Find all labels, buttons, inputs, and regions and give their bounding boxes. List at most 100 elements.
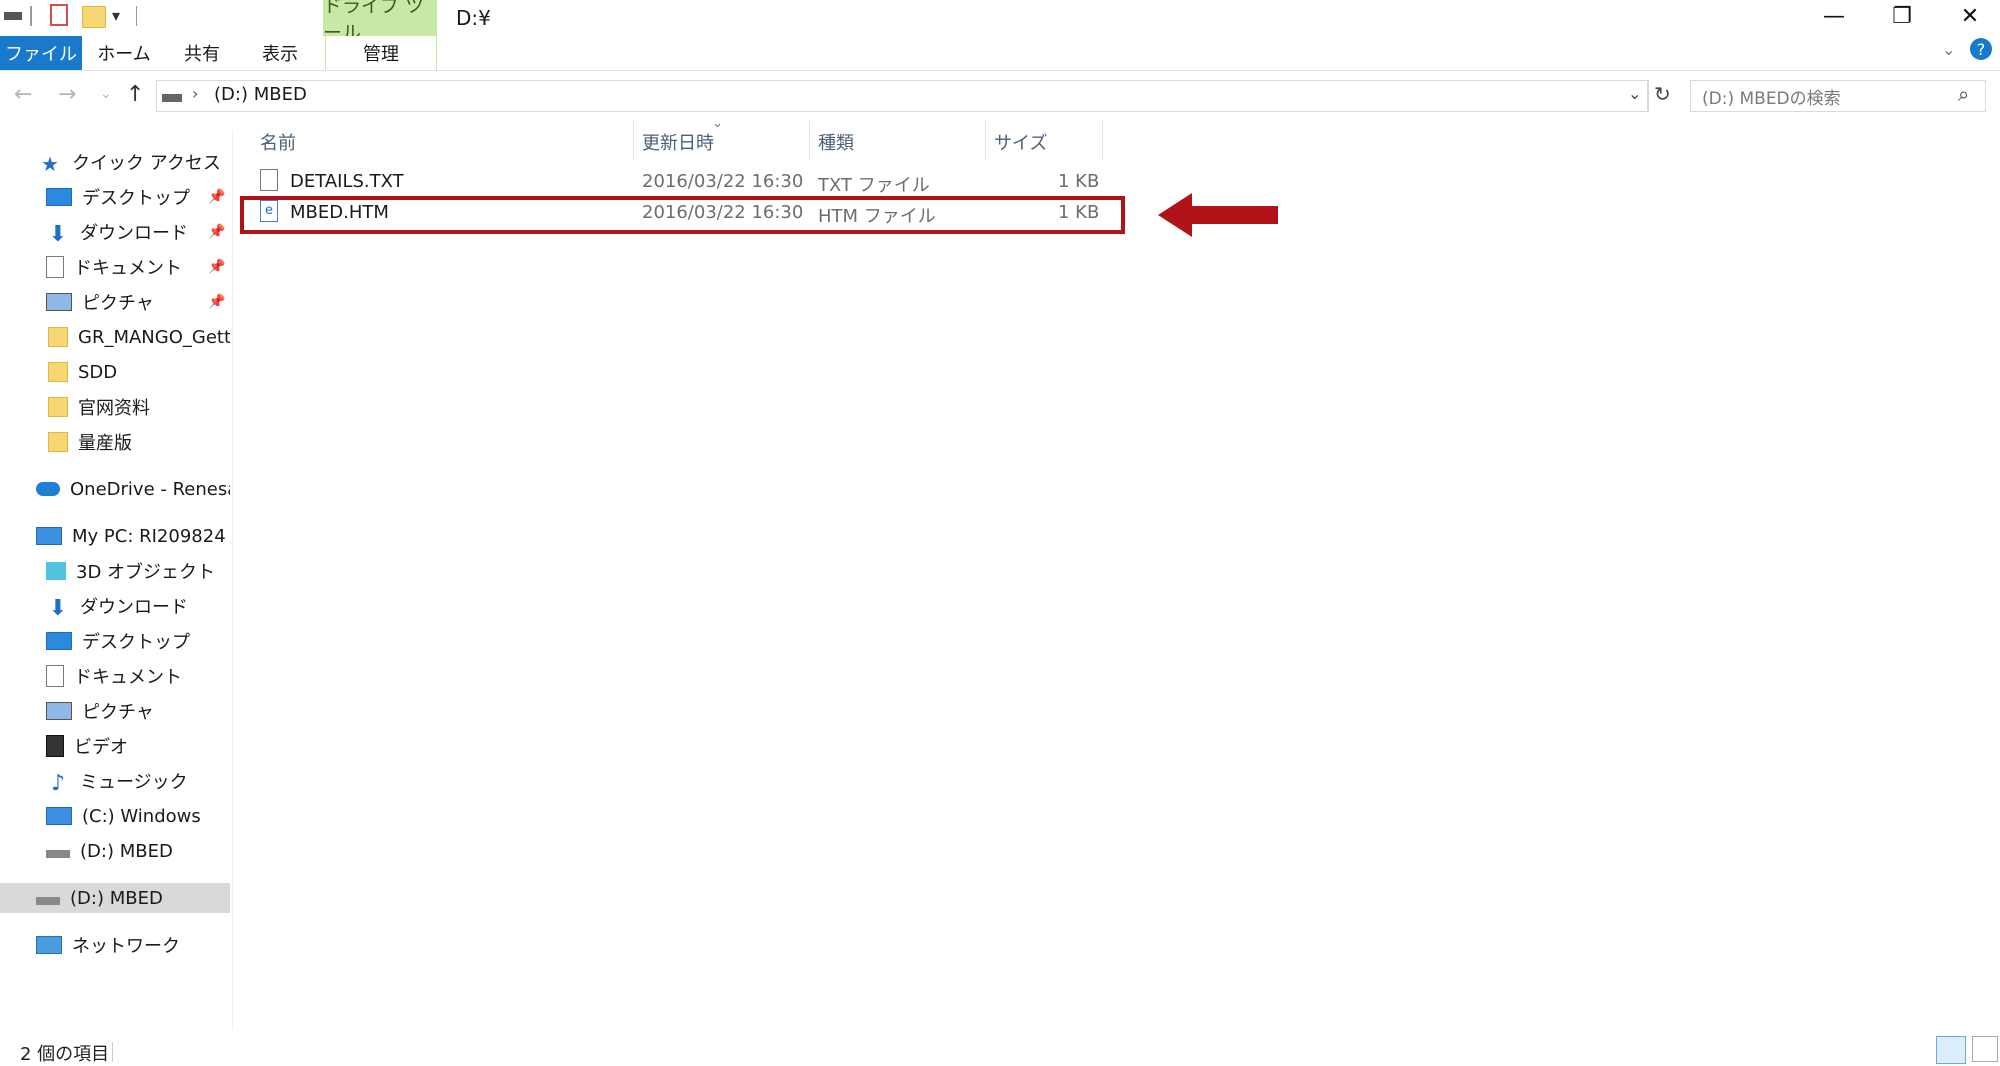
sidebar-item-desktop[interactable]: デスクトップ 📌 <box>0 182 230 212</box>
tab-view[interactable]: 表示 <box>240 36 320 70</box>
breadcrumb[interactable]: (D:) MBED <box>214 84 307 105</box>
divider <box>30 6 32 26</box>
sidebar-item-label: (C:) Windows <box>82 805 201 827</box>
sidebar-item-pictures[interactable]: ピクチャ 📌 <box>0 287 230 317</box>
minimize-button[interactable]: — <box>1804 0 1864 32</box>
file-modified: 2016/03/22 16:30 <box>642 171 804 192</box>
title-bar <box>0 0 2000 36</box>
folder-icon <box>48 327 68 347</box>
sidebar-item-label: ビデオ <box>74 737 128 758</box>
tab-manage[interactable]: 管理 <box>325 36 437 70</box>
sidebar-item-d-drive-root[interactable]: (D:) MBED <box>0 883 230 913</box>
help-icon[interactable]: ? <box>1970 38 1992 60</box>
sidebar-item-music[interactable]: ♪ ミュージック <box>0 766 230 796</box>
file-type: TXT ファイル <box>818 175 930 196</box>
sidebar-item-label: OneDrive - Renesas E <box>70 478 230 500</box>
search-icon[interactable]: ⌕ <box>1958 82 1969 106</box>
divider <box>1648 80 1649 112</box>
column-header-modified[interactable]: 更新日時 <box>634 127 808 157</box>
recent-locations-icon[interactable]: ⌄ <box>100 86 112 102</box>
column-header-size[interactable]: サイズ <box>986 127 1102 157</box>
sidebar-item-label: 量産版 <box>78 433 132 454</box>
sidebar-item-label: ピクチャ <box>82 293 154 314</box>
sidebar-item-official-docs[interactable]: 官网资料 <box>0 392 230 422</box>
sidebar-item-label: クイック アクセス <box>72 153 221 174</box>
sidebar-item-pictures-pc[interactable]: ピクチャ <box>0 696 230 726</box>
new-folder-icon[interactable] <box>82 6 106 28</box>
sidebar-item-label: ピクチャ <box>82 702 154 723</box>
file-size: 1 KB <box>1058 171 1100 192</box>
details-view-button[interactable] <box>1936 1036 1966 1064</box>
forward-arrow-icon[interactable]: → <box>58 82 76 107</box>
properties-icon[interactable] <box>50 4 68 26</box>
sidebar-item-label: デスクトップ <box>82 632 190 653</box>
arrow-shaft <box>1178 206 1278 224</box>
status-item-count: 2 個の項目 <box>20 1044 110 1065</box>
sidebar-item-label: My PC: RI209824 <box>72 525 226 547</box>
search-placeholder: (D:) MBEDの検索 <box>1702 89 1841 109</box>
sidebar-item-downloads[interactable]: ⬇ ダウンロード 📌 <box>0 217 230 247</box>
sidebar-item-gr-mango[interactable]: GR_MANGO_Gettin <box>0 322 230 352</box>
pictures-icon <box>46 293 72 311</box>
large-icons-view-button[interactable] <box>1972 1036 1998 1062</box>
video-icon <box>46 735 64 757</box>
document-icon <box>46 256 64 278</box>
column-header-name[interactable]: 名前 <box>252 127 632 157</box>
windows-drive-icon <box>46 807 72 825</box>
back-arrow-icon[interactable]: ← <box>14 82 32 107</box>
maximize-button[interactable]: ❐ <box>1872 0 1932 32</box>
sidebar-item-label: GR_MANGO_Gettin <box>78 326 230 348</box>
sidebar-item-onedrive[interactable]: OneDrive - Renesas E <box>0 474 230 504</box>
desktop-icon <box>46 632 72 650</box>
address-dropdown-icon[interactable]: ⌄ <box>1628 84 1641 103</box>
sidebar-item-label: ネットワーク <box>72 936 180 957</box>
music-icon: ♪ <box>50 771 66 796</box>
sidebar-item-desktop-pc[interactable]: デスクトップ <box>0 626 230 656</box>
sidebar-item-label: ミュージック <box>80 772 188 793</box>
drive-icon <box>36 897 60 905</box>
desktop-icon <box>46 188 72 206</box>
folder-icon <box>48 362 68 382</box>
tab-file[interactable]: ファイル <box>0 36 82 70</box>
expand-ribbon-icon[interactable]: ⌄ <box>1942 40 1955 59</box>
column-divider[interactable] <box>1102 120 1103 160</box>
folder-icon <box>48 432 68 452</box>
divider <box>136 6 137 26</box>
folder-icon <box>48 397 68 417</box>
pin-icon: 📌 <box>208 259 226 275</box>
drive-icon <box>46 850 70 858</box>
highlight-box <box>240 196 1125 234</box>
sidebar-item-label: デスクトップ <box>82 188 190 209</box>
sidebar-item-label: ドキュメント <box>74 667 182 688</box>
close-button[interactable]: ✕ <box>1940 0 2000 32</box>
sidebar-item-d-drive[interactable]: (D:) MBED <box>0 836 230 866</box>
column-header-type[interactable]: 種類 <box>810 127 984 157</box>
table-row[interactable]: DETAILS.TXT 2016/03/22 16:30 TXT ファイル 1 … <box>254 167 1100 197</box>
sidebar-item-network[interactable]: ネットワーク <box>0 930 230 960</box>
customize-toolbar-icon[interactable]: ▾ <box>112 6 120 25</box>
sidebar-item-mass-production[interactable]: 量産版 <box>0 427 230 457</box>
address-bar[interactable] <box>156 80 1648 112</box>
sidebar-item-downloads-pc[interactable]: ⬇ ダウンロード <box>0 591 230 621</box>
tab-share[interactable]: 共有 <box>164 36 240 70</box>
tab-home[interactable]: ホーム <box>84 36 164 70</box>
sidebar-item-sdd[interactable]: SDD <box>0 357 230 387</box>
up-arrow-icon[interactable]: ↑ <box>126 82 144 107</box>
sidebar-item-c-drive[interactable]: (C:) Windows <box>0 801 230 831</box>
sidebar-item-label: ドキュメント <box>74 258 182 279</box>
breadcrumb-chevron-icon[interactable]: › <box>192 84 198 103</box>
sidebar-item-quick-access[interactable]: ★ クイック アクセス <box>0 147 230 177</box>
sidebar-item-label: ダウンロード <box>80 597 188 618</box>
sidebar-item-my-pc[interactable]: My PC: RI209824 <box>0 521 230 551</box>
sidebar-item-documents-pc[interactable]: ドキュメント <box>0 661 230 691</box>
sidebar-item-label: ダウンロード <box>80 223 188 244</box>
sidebar-item-label: (D:) MBED <box>70 887 163 909</box>
divider <box>112 1042 113 1062</box>
sidebar-item-videos[interactable]: ビデオ <box>0 731 230 761</box>
refresh-icon[interactable]: ↻ <box>1654 82 1671 106</box>
sidebar-item-3d-objects[interactable]: 3D オブジェクト <box>0 556 230 586</box>
sidebar-item-documents[interactable]: ドキュメント 📌 <box>0 252 230 282</box>
sidebar-item-label: 3D オブジェクト <box>76 562 216 583</box>
sidebar-item-label: 官网资料 <box>78 398 150 419</box>
window-title: D:¥ <box>456 6 491 30</box>
